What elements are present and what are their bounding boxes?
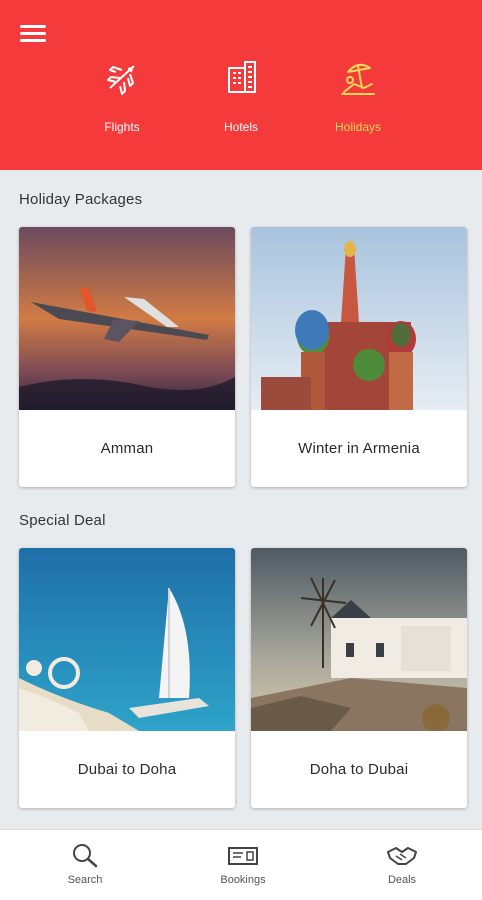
tab-holidays[interactable]: Holidays [303,58,413,142]
section-title-special-deal: Special Deal [19,512,106,529]
deal-caption: Doha to Dubai [309,761,409,778]
nav-bookings[interactable]: Bookings [193,842,293,886]
onion-domes-cathedral-photo [251,227,467,410]
app-header: Flights Hotels Holidays [0,0,482,170]
tab-flights[interactable]: Flights [67,58,177,142]
airplane-icon [107,65,135,95]
search-icon [73,844,98,868]
nav-deals-label: Deals [387,874,417,886]
package-card-winter-in-armenia[interactable]: Winter in Armenia [251,227,467,487]
deal-card-doha-to-dubai[interactable]: Doha to Dubai [251,548,467,808]
nav-search[interactable]: Search [35,842,135,886]
tab-hotels[interactable]: Hotels [186,58,296,142]
hamburger-menu-icon[interactable] [20,22,46,44]
building-icon [228,61,256,93]
nav-bookings-label: Bookings [220,874,266,886]
package-caption: Amman [100,440,154,457]
nav-deals[interactable]: Deals [352,842,452,886]
airplane-sunset-photo [19,227,235,410]
section-title-holiday-packages: Holiday Packages [19,191,143,208]
ticket-icon [228,847,258,865]
package-card-amman[interactable]: Amman [19,227,235,487]
bottom-navigation: Search Bookings Deals [0,829,482,900]
deal-caption: Dubai to Doha [77,761,177,778]
tab-holidays-label: Holidays [334,120,382,134]
beach-icon [341,63,375,95]
sail-hotel-coast-photo [19,548,235,731]
windmill-whitewashed-town-photo [251,548,467,731]
deal-card-dubai-to-doha[interactable]: Dubai to Doha [19,548,235,808]
nav-search-label: Search [67,874,103,886]
package-caption: Winter in Armenia [298,440,420,457]
tab-flights-label: Flights [104,120,140,134]
tab-hotels-label: Hotels [223,120,258,134]
handshake-icon [387,847,417,865]
